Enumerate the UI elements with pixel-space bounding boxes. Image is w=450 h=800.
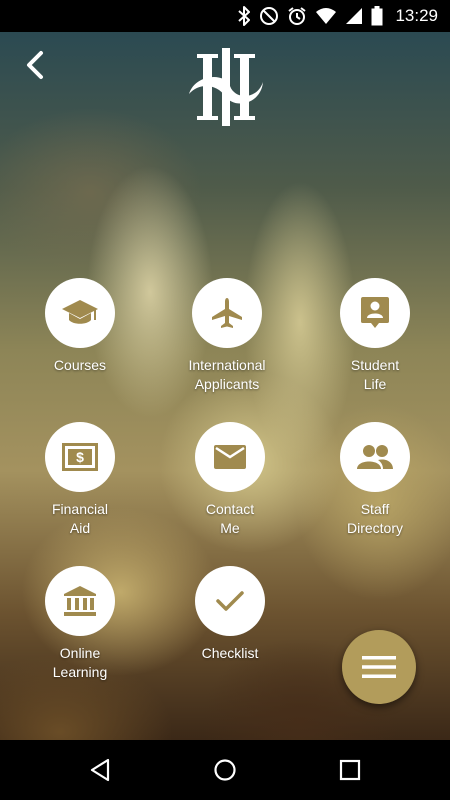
battery-icon xyxy=(371,6,383,26)
menu-item-online-learning[interactable]: Online Learning xyxy=(15,566,145,682)
menu-circle xyxy=(340,422,410,492)
menu-label: Courses xyxy=(53,357,107,373)
nav-recents-button[interactable] xyxy=(320,740,380,800)
nav-back-button[interactable] xyxy=(70,740,130,800)
institution-monogram-logo xyxy=(185,46,267,128)
chevron-left-icon xyxy=(27,51,43,79)
signal-icon xyxy=(346,8,363,24)
svg-text:$: $ xyxy=(76,449,84,465)
app-screen: 13:29 Courses International Applicants S… xyxy=(0,0,450,800)
menu-label: Student Life xyxy=(350,357,400,392)
menu-circle xyxy=(195,566,265,636)
menu-circle xyxy=(192,278,262,348)
navigation-bar xyxy=(0,740,450,800)
menu-label: Staff Directory xyxy=(346,501,403,536)
recents-square-icon xyxy=(339,759,361,781)
person-badge-icon xyxy=(361,297,389,328)
menu-circle xyxy=(340,278,410,348)
menu-circle: $ xyxy=(45,422,115,492)
menu-item-international-applicants[interactable]: International Applicants xyxy=(162,278,292,394)
status-icons: 13:29 xyxy=(237,0,438,32)
envelope-icon xyxy=(214,445,246,469)
menu-item-courses[interactable]: Courses xyxy=(15,278,145,375)
menu-item-student-life[interactable]: Student Life xyxy=(310,278,440,394)
menu-item-contact-me[interactable]: Contact Me xyxy=(165,422,295,538)
alarm-icon xyxy=(288,7,307,25)
back-triangle-icon xyxy=(90,758,110,782)
hamburger-menu-icon xyxy=(362,656,396,678)
airplane-icon xyxy=(212,298,242,328)
menu-circle xyxy=(45,278,115,348)
home-circle-icon xyxy=(214,759,236,781)
people-icon xyxy=(357,445,393,469)
do-not-disturb-icon xyxy=(260,7,279,25)
menu-label: Checklist xyxy=(201,645,259,661)
menu-label: Contact Me xyxy=(205,501,255,536)
menu-circle xyxy=(195,422,265,492)
menu-label: International Applicants xyxy=(188,357,266,392)
menu-label: Financial Aid xyxy=(51,501,109,536)
checkmark-icon xyxy=(216,591,244,611)
hamburger-menu-button[interactable] xyxy=(342,630,416,704)
graduation-cap-icon xyxy=(62,300,98,324)
bank-icon xyxy=(64,586,96,616)
back-button[interactable] xyxy=(18,46,52,84)
bluetooth-icon xyxy=(238,6,251,26)
nav-home-button[interactable] xyxy=(195,740,255,800)
menu-item-financial-aid[interactable]: $ Financial Aid xyxy=(15,422,145,538)
status-clock: 13:29 xyxy=(395,6,438,25)
menu-item-staff-directory[interactable]: Staff Directory xyxy=(310,422,440,538)
menu-label: Online Learning xyxy=(52,645,108,680)
dollar-bill-icon: $ xyxy=(62,443,98,471)
menu-circle xyxy=(45,566,115,636)
wifi-icon xyxy=(316,8,337,24)
menu-item-checklist[interactable]: Checklist xyxy=(165,566,295,663)
status-bar: 13:29 xyxy=(0,0,450,32)
